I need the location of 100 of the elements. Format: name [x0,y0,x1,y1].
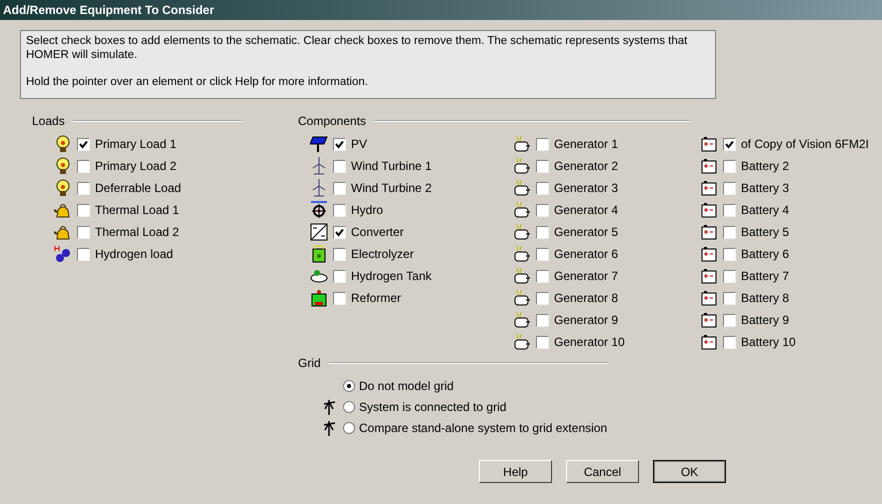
checkbox[interactable] [723,182,736,194]
checkbox[interactable] [723,248,736,260]
generator-icon [513,289,531,307]
checkbox[interactable] [723,138,736,150]
checkbox[interactable] [536,138,549,150]
dialog-button[interactable]: Help [479,460,552,483]
radio-label: System is connected to grid [359,398,506,416]
checkbox[interactable] [536,204,549,216]
checkbox-label: Battery 6 [741,246,790,263]
generator-icon [513,135,531,153]
checkbox-label: Converter [351,224,404,241]
checkbox[interactable] [77,160,90,172]
electrolyzer-icon [310,245,328,263]
checkbox[interactable] [77,138,90,150]
reformer-icon [310,289,328,307]
checkbox[interactable] [333,292,346,304]
battery-icon [700,223,718,241]
water-wheel-icon [310,201,328,219]
converter-icon [310,223,328,241]
checkbox[interactable] [723,336,736,348]
checkbox-label: Battery 10 [741,334,796,351]
battery-icon [700,135,718,153]
checkbox[interactable] [77,204,90,216]
checkbox[interactable] [536,270,549,282]
checkbox-label: Wind Turbine 1 [351,158,432,175]
checkbox-label: Hydro [351,202,384,219]
checkbox[interactable] [536,182,549,194]
check-icon [335,140,344,148]
generator-icon [513,223,531,241]
generator-icon [513,267,531,285]
dialog-button[interactable]: OK [653,460,726,483]
check-icon [335,228,344,236]
checkbox-label: Generator 9 [554,312,618,329]
checkbox-label: Battery 7 [741,268,790,285]
checkbox[interactable] [77,182,90,194]
checkbox[interactable] [536,314,549,326]
radio-button[interactable] [343,380,355,392]
checkbox[interactable] [333,270,346,282]
checkbox[interactable] [333,226,346,238]
check-icon [79,140,88,148]
group-heading: Grid [298,355,321,372]
checkbox-label: Generator 5 [554,224,618,241]
checkbox[interactable] [723,204,736,216]
radio-button[interactable] [343,400,355,412]
checkbox[interactable] [723,292,736,304]
checkbox-label: PV [351,136,368,153]
light-bulb-icon [54,135,72,153]
checkbox[interactable] [536,226,549,238]
checkbox-label: Deferrable Load [95,180,182,197]
checkbox[interactable] [536,160,549,172]
checkbox[interactable] [77,226,90,238]
light-bulb-icon [54,179,72,197]
wind-turbine-icon [310,157,328,175]
kettle-icon [54,201,72,219]
checkbox-label: Battery 5 [741,224,790,241]
checkbox-label: Generator 3 [554,180,618,197]
generator-icon [513,157,531,175]
checkbox[interactable] [536,248,549,260]
checkbox-label: Reformer [351,290,402,307]
info-text: Select check boxes to add elements to the schematic. Clear check boxes to remove them. The schematic represents systems that HOMER will simulate. [26,34,688,62]
radio-label: Do not model grid [359,378,454,394]
generator-icon [513,333,531,351]
generator-icon [513,179,531,197]
checkbox-label: Battery 2 [741,158,790,175]
checkbox-label: Battery 8 [741,290,790,307]
info-text: Hold the pointer over an element or click Help for more information. [26,75,369,89]
checkbox[interactable] [723,314,736,326]
checkbox-label: of Copy of Vision 6FM2I [741,136,869,153]
radio-button[interactable] [343,422,355,434]
checkbox[interactable] [536,292,549,304]
molecule-icon [54,245,72,263]
checkbox-label: Battery 4 [741,202,790,219]
battery-icon [700,245,718,263]
checkbox[interactable] [333,182,346,194]
checkbox-label: Battery 9 [741,312,790,329]
group-heading: Components [298,113,366,130]
checkbox[interactable] [333,160,346,172]
checkbox-label: Primary Load 2 [95,158,176,175]
dialog-button[interactable]: Cancel [566,460,639,483]
checkbox[interactable] [333,204,346,216]
battery-icon [700,179,718,197]
battery-icon [700,289,718,307]
radio-label: Compare stand-alone system to grid extension [359,420,608,436]
checkbox-label: Generator 8 [554,290,618,307]
checkbox[interactable] [536,336,549,348]
checkbox[interactable] [333,248,346,260]
battery-icon [700,201,718,219]
checkbox[interactable] [723,270,736,282]
checkbox-label: Thermal Load 2 [95,224,180,241]
checkbox[interactable] [333,138,346,150]
generator-icon [513,245,531,263]
checkbox-label: Electrolyzer [351,246,414,263]
generator-icon [513,201,531,219]
checkbox[interactable] [723,226,736,238]
checkbox[interactable] [723,160,736,172]
wind-turbine-icon [310,179,328,197]
checkbox[interactable] [77,248,90,260]
checkbox-label: Hydrogen Tank [351,268,432,285]
light-bulb-icon [54,157,72,175]
checkbox-label: Generator 1 [554,136,618,153]
